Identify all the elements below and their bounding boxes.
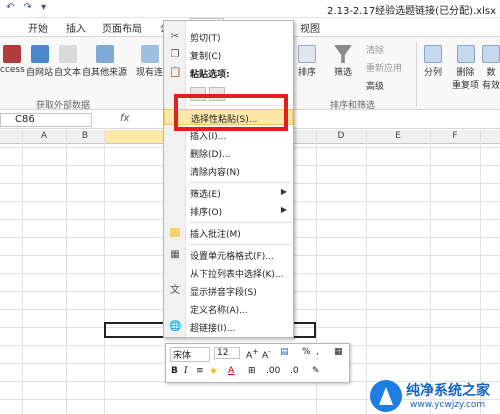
menu-item-phonetic[interactable]: 文 显示拼音字段(S): [164, 283, 293, 299]
existing-connections-button[interactable]: 现有连: [136, 45, 163, 78]
ribbon-divider: [416, 41, 417, 107]
shrink-font-icon[interactable]: A-: [262, 347, 271, 361]
gridline: [366, 130, 367, 414]
menu-item-define-name[interactable]: 定义名称(A)...: [164, 301, 293, 317]
italic-button[interactable]: I: [184, 366, 188, 376]
validation-icon: [482, 45, 500, 63]
menu-item-insert-comment[interactable]: 插入批注(M): [164, 225, 293, 241]
menu-item-format-cells[interactable]: ▦ 设置单元格格式(F)...: [164, 247, 293, 263]
gridline: [480, 130, 481, 414]
document-title: 2.13-2.17经验选题链接(已分配).xlsx: [327, 6, 496, 17]
title-bar: ↶ ↷ ▾ 2.13-2.17经验选题链接(已分配).xlsx: [0, 0, 500, 18]
connections-icon: [140, 45, 159, 63]
filter-button[interactable]: 筛选: [334, 45, 352, 78]
brand-logo-icon: [370, 380, 402, 412]
text-file-icon: [58, 45, 77, 63]
clipboard-icon: 📋: [169, 67, 182, 78]
gridline: [430, 130, 431, 414]
group-label-sort-filter: 排序和筛选: [330, 101, 376, 111]
filter-icon: [334, 45, 352, 63]
menu-separator: [188, 222, 292, 223]
sort-icon: [298, 45, 316, 63]
submenu-arrow-icon: ▶: [280, 187, 287, 196]
from-text-button[interactable]: 自文本: [54, 45, 81, 78]
menu-item-copy[interactable]: ❐ 复制(C): [164, 47, 293, 63]
menu-separator: [188, 244, 292, 245]
mini-toolbar: 宋体 12 A+ A- ▤ % , ▦ B I ≡ ◈ A ⊞ .00 .0 ✎: [165, 343, 350, 383]
submenu-arrow-icon: ▶: [280, 205, 287, 214]
group-label-get-external: 获取外部数据: [36, 101, 91, 111]
reapply-button[interactable]: 重新应用: [366, 61, 402, 74]
from-other-sources-button[interactable]: 自其他来源: [82, 45, 127, 78]
comma-button[interactable]: ,: [316, 347, 319, 357]
tab-home[interactable]: 开始: [28, 20, 48, 35]
font-color-icon[interactable]: A: [228, 366, 234, 376]
menu-item-sort[interactable]: 排序(O) ▶: [164, 203, 293, 219]
gridline: [104, 130, 105, 414]
format-painter-icon[interactable]: ▦: [334, 347, 343, 357]
sort-button[interactable]: 排序: [298, 45, 316, 78]
column-header-e[interactable]: E: [366, 131, 430, 141]
column-header-a[interactable]: A: [22, 131, 66, 141]
increase-decimal-icon[interactable]: .00: [266, 366, 280, 376]
annotation-highlight-box: [174, 94, 288, 131]
scissors-icon: ✂: [170, 31, 180, 42]
align-center-icon[interactable]: ≡: [196, 366, 204, 376]
copy-icon: ❐: [170, 49, 180, 60]
tab-page-layout[interactable]: 页面布局: [102, 20, 142, 35]
menu-item-pick-from-list[interactable]: 从下拉列表中选择(K)...: [164, 265, 293, 281]
tab-view[interactable]: 视图: [300, 20, 320, 35]
clear-format-icon[interactable]: ✎: [312, 366, 320, 376]
gridline: [22, 130, 23, 414]
percent-button[interactable]: %: [302, 347, 311, 357]
menu-item-cut[interactable]: ✂ 剪切(T): [164, 29, 293, 45]
hyperlink-icon: 🌐: [169, 321, 182, 332]
access-icon: [3, 45, 22, 63]
column-header-b[interactable]: B: [66, 131, 104, 141]
clear-filter-button[interactable]: 清除: [366, 43, 384, 56]
fx-icon[interactable]: fx: [120, 113, 129, 124]
grow-font-icon[interactable]: A+: [246, 347, 258, 361]
split-columns-icon: [424, 45, 442, 63]
web-icon: [30, 45, 49, 63]
watermark-url: www.ycwjzy.com: [410, 400, 486, 410]
accounting-format-icon[interactable]: ▤: [280, 347, 289, 357]
gridline: [66, 130, 67, 414]
borders-icon[interactable]: ⊞: [248, 366, 256, 376]
menu-separator: [188, 182, 292, 183]
decrease-decimal-icon[interactable]: .0: [290, 366, 299, 376]
fill-color-icon[interactable]: ◈: [210, 366, 217, 376]
font-size-select[interactable]: 12: [214, 347, 240, 359]
context-menu: ✂ 剪切(T) ❐ 复制(C) 📋 粘贴选项: 选择性粘贴(S)... 插入(I…: [163, 20, 294, 338]
from-web-button[interactable]: 自网站: [26, 45, 53, 78]
remove-duplicates-icon: [456, 45, 475, 63]
menu-item-paste-options: 📋 粘贴选项:: [169, 67, 230, 80]
from-access-button[interactable]: ccess: [0, 45, 25, 75]
bold-button[interactable]: B: [171, 366, 178, 376]
column-header-c-highlight: [104, 130, 164, 144]
remove-duplicates-button[interactable]: 删除 重复项: [452, 45, 479, 91]
menu-item-filter[interactable]: 筛选(E) ▶: [164, 185, 293, 201]
phonetic-icon: 文: [170, 285, 180, 296]
column-header-d[interactable]: D: [316, 131, 366, 141]
format-cells-icon: ▦: [170, 249, 180, 260]
name-box[interactable]: C86: [0, 113, 92, 127]
menu-item-delete[interactable]: 删除(D)...: [164, 145, 293, 161]
other-sources-icon: [95, 45, 114, 63]
column-header-f[interactable]: F: [430, 131, 480, 141]
watermark-logo: 纯净系统之家 www.ycwjzy.com: [370, 380, 500, 414]
tab-insert[interactable]: 插入: [66, 20, 86, 35]
text-to-columns-button[interactable]: 分列: [424, 45, 442, 78]
quick-access-toolbar[interactable]: ↶ ↷ ▾: [6, 2, 49, 13]
menu-item-hyperlink[interactable]: 🌐 超链接(I)...: [164, 319, 293, 335]
watermark-title: 纯净系统之家: [406, 383, 490, 399]
advanced-button[interactable]: 高级: [366, 79, 384, 92]
data-validation-button[interactable]: 数 有效: [482, 45, 500, 91]
comment-icon: [170, 228, 180, 237]
menu-item-clear-contents[interactable]: 清除内容(N): [164, 163, 293, 179]
font-name-select[interactable]: 宋体: [170, 347, 210, 362]
